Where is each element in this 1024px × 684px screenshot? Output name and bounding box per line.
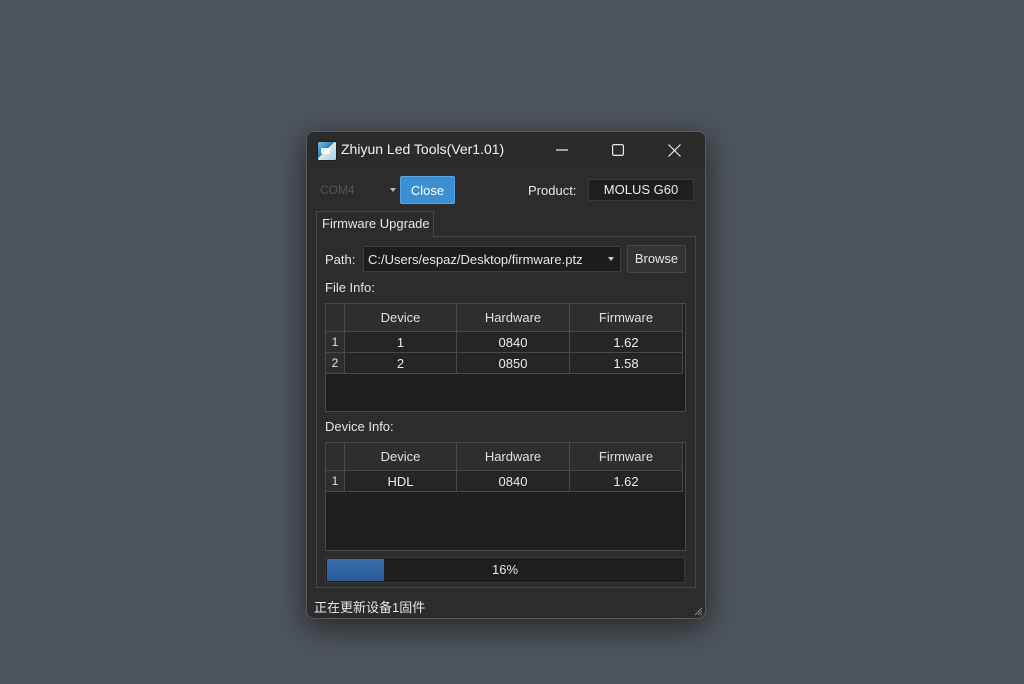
table-cell-hardware[interactable]: 0840: [457, 332, 570, 353]
progress-percent: 16%: [491, 562, 519, 577]
title-bar[interactable]: Zhiyun Led Tools(Ver1.01): [307, 132, 705, 168]
column-header-device[interactable]: Device: [345, 304, 457, 332]
table-cell-firmware[interactable]: 1.62: [570, 332, 683, 353]
device-info-label: Device Info:: [325, 419, 394, 434]
app-window: Zhiyun Led Tools(Ver1.01) COM4 Close Pro…: [306, 131, 706, 619]
app-icon: [317, 141, 337, 161]
table-cell-hardware[interactable]: 0850: [457, 353, 570, 374]
minimize-icon: [556, 149, 568, 151]
table-cell-firmware[interactable]: 1.58: [570, 353, 683, 374]
resize-grip-icon[interactable]: [693, 606, 703, 616]
table-corner: [326, 304, 345, 332]
table-cell-device[interactable]: 1: [345, 332, 457, 353]
status-text: 正在更新设备1固件: [314, 600, 426, 615]
com-port-select[interactable]: COM4: [316, 179, 396, 201]
chevron-down-icon[interactable]: [608, 257, 614, 261]
table-cell-firmware[interactable]: 1.62: [570, 471, 683, 492]
product-value: MOLUS G60: [588, 179, 694, 201]
column-header-firmware[interactable]: Firmware: [570, 304, 683, 332]
maximize-button[interactable]: [595, 132, 641, 168]
table-cell-device[interactable]: 2: [345, 353, 457, 374]
path-value: C:/Users/espaz/Desktop/firmware.ptz: [368, 252, 583, 267]
tab-firmware-upgrade[interactable]: Firmware Upgrade: [316, 211, 434, 237]
chevron-down-icon: [390, 188, 396, 192]
table-cell-device[interactable]: HDL: [345, 471, 457, 492]
path-label: Path:: [325, 252, 356, 267]
product-label: Product:: [528, 183, 577, 198]
close-icon: [667, 143, 681, 157]
close-port-button[interactable]: Close: [400, 176, 455, 204]
column-header-firmware[interactable]: Firmware: [570, 443, 683, 471]
column-header-hardware[interactable]: Hardware: [457, 304, 570, 332]
device-info-table[interactable]: Device Hardware Firmware 1 HDL 0840 1.62: [325, 442, 686, 551]
upgrade-progress-bar: 16%: [325, 557, 685, 583]
com-port-value: COM4: [320, 183, 355, 197]
column-header-device[interactable]: Device: [345, 443, 457, 471]
file-info-label: File Info:: [325, 280, 375, 295]
row-number[interactable]: 1: [326, 332, 345, 353]
row-number[interactable]: 1: [326, 471, 345, 492]
window-title: Zhiyun Led Tools(Ver1.01): [341, 141, 505, 157]
column-header-hardware[interactable]: Hardware: [457, 443, 570, 471]
row-number[interactable]: 2: [326, 353, 345, 374]
maximize-icon: [612, 144, 624, 156]
file-info-table[interactable]: Device Hardware Firmware 1 1 0840 1.62 2…: [325, 303, 686, 412]
table-corner: [326, 443, 345, 471]
path-combobox[interactable]: C:/Users/espaz/Desktop/firmware.ptz: [363, 246, 621, 272]
table-cell-hardware[interactable]: 0840: [457, 471, 570, 492]
window-close-button[interactable]: [651, 132, 697, 168]
minimize-button[interactable]: [539, 132, 585, 168]
browse-button[interactable]: Browse: [627, 245, 686, 273]
